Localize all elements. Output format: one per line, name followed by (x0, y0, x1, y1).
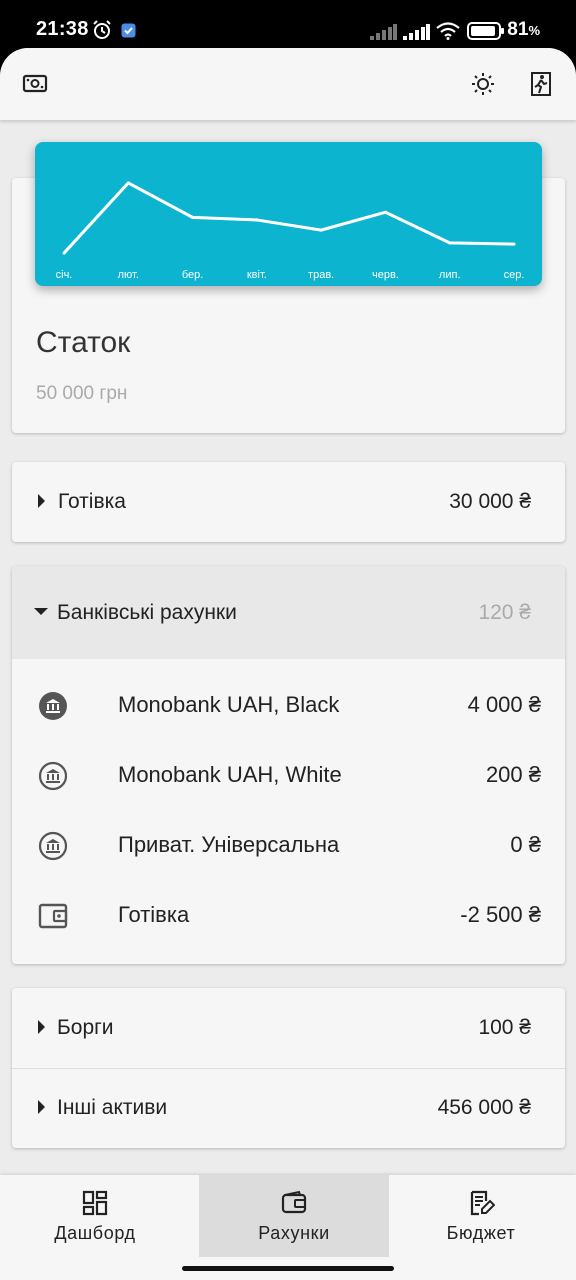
account-row[interactable]: Monobank UAH, White 200 ₴ (12, 741, 565, 811)
status-time: 21:38 (36, 18, 89, 40)
caret-right-icon (38, 494, 45, 508)
chart-x-tick-label: черв. (372, 269, 399, 281)
gesture-bar[interactable] (182, 1266, 394, 1271)
bottom-nav: Дашборд Рахунки Бюджет (0, 1175, 576, 1257)
nav-budget-label: Бюджет (446, 1223, 516, 1243)
chart-x-tick-label: січ. (56, 269, 73, 281)
chart-point (319, 228, 323, 232)
alarm-icon (93, 20, 111, 39)
other-assets-group-label: Інші активи (57, 1096, 168, 1119)
caret-right-icon (38, 1020, 45, 1034)
exit-icon[interactable] (525, 68, 557, 100)
battery-icon (467, 22, 504, 40)
gesture-area (0, 1257, 576, 1280)
caret-down-icon (34, 608, 48, 615)
chart-point (255, 218, 259, 222)
chart-point (512, 242, 516, 246)
battery-level: 81% (507, 19, 540, 40)
signal-2-icon (403, 24, 430, 40)
chart-x-tick-label: сер. (504, 269, 525, 281)
bank-group-header[interactable]: Банківські рахунки 120 ₴ (12, 566, 565, 659)
brightness-icon[interactable] (467, 68, 499, 100)
balance-chart: січ. лют. бер. квіт. трав. черв. лип. сер. (35, 142, 542, 286)
account-amount: 200 ₴ (485, 762, 541, 787)
signal-1-icon (370, 24, 397, 40)
account-amount: -2 500 ₴ (460, 902, 541, 927)
bank-group-amount: 120 ₴ (478, 600, 531, 624)
account-row[interactable]: Приват. Універсальна 0 ₴ (12, 811, 565, 881)
account-amount: 4 000 ₴ (467, 692, 541, 717)
chart-x-tick-label: квіт. (247, 269, 267, 281)
wallet-icon (281, 1190, 307, 1214)
bank-filled-icon (39, 692, 67, 720)
chart-point (383, 210, 387, 214)
wifi-icon (436, 22, 460, 40)
cash-group-amount: 30 000 ₴ (449, 490, 531, 513)
balance-value: 50 000 грн (36, 383, 128, 404)
chart-series-line (62, 181, 515, 255)
account-name: Monobank UAH, White (118, 762, 342, 787)
shield-check-icon (121, 23, 136, 38)
account-row[interactable]: Monobank UAH, Black 4 000 ₴ (12, 671, 565, 741)
bank-group-label: Банківські рахунки (57, 600, 237, 624)
cash-group-row[interactable]: Готівка 30 000 ₴ (12, 462, 565, 542)
chart-x-tick-label: бер. (182, 269, 203, 281)
nav-budget[interactable]: Бюджет (386, 1175, 576, 1257)
money-icon[interactable] (19, 68, 51, 100)
chart-x-tick-label: лип. (439, 269, 461, 281)
app-bar (0, 48, 576, 120)
cash-group-label: Готівка (58, 490, 126, 513)
budget-icon (470, 1190, 495, 1216)
cash-group-card: Готівка 30 000 ₴ (12, 462, 565, 542)
account-amount: 0 ₴ (510, 832, 541, 857)
account-name: Приват. Універсальна (118, 832, 340, 857)
bank-group-card: Банківські рахунки 120 ₴ Monobank UAH, B… (12, 566, 565, 964)
account-row[interactable]: Готівка -2 500 ₴ (12, 881, 565, 951)
chart-point (126, 181, 130, 185)
nav-dashboard[interactable]: Дашборд (0, 1175, 190, 1257)
caret-right-icon (38, 1100, 45, 1114)
debts-group-amount: 100 ₴ (478, 1016, 531, 1039)
debts-group-label: Борги (57, 1016, 114, 1039)
app-screen: Статок 50 000 грн січ. лют. бер. квіт. трав.… (0, 48, 576, 1280)
other-groups-card: Борги 100 ₴ Інші активи 456 000 ₴ (12, 988, 565, 1148)
nav-dashboard-label: Дашборд (54, 1223, 136, 1243)
account-name: Готівка (118, 902, 190, 927)
chart-x-tick-label: лют. (118, 269, 139, 281)
balance-line-chart: січ. лют. бер. квіт. трав. черв. лип. сер. (56, 181, 525, 281)
nav-accounts[interactable]: Рахунки (199, 1175, 389, 1257)
other-assets-group-amount: 456 000 ₴ (437, 1096, 531, 1119)
chart-x-tick-label: трав. (308, 269, 334, 281)
other-assets-group-row[interactable]: Інші активи 456 000 ₴ (12, 1068, 565, 1148)
chart-point (191, 215, 195, 219)
dashboard-icon (82, 1190, 108, 1216)
chart-point (448, 241, 452, 245)
account-name: Monobank UAH, Black (118, 692, 340, 717)
bank-outline-icon (38, 761, 68, 791)
debts-group-row[interactable]: Борги 100 ₴ (12, 988, 565, 1068)
chart-point (62, 251, 66, 255)
nav-accounts-label: Рахунки (258, 1223, 330, 1243)
wallet-icon (38, 903, 68, 929)
balance-title: Статок (36, 326, 131, 359)
bank-outline-icon (38, 831, 68, 861)
